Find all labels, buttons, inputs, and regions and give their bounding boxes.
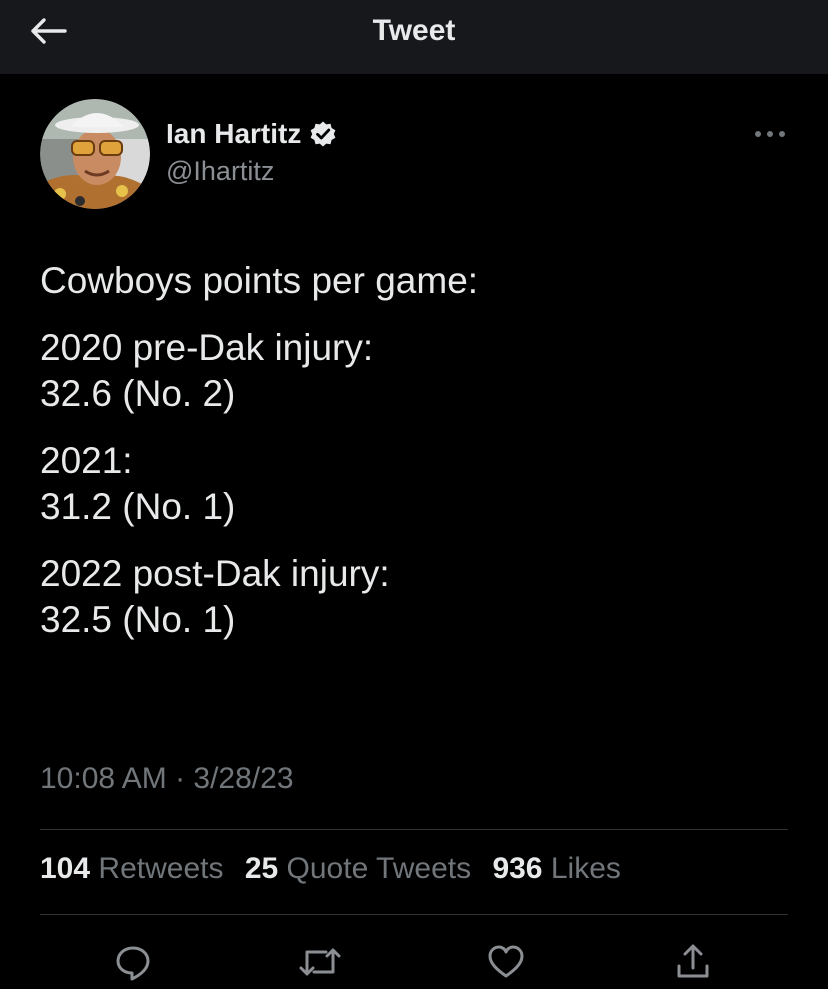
tweet-timestamp[interactable]: 10:08 AM · 3/28/23 xyxy=(40,762,294,796)
tweet-line: 2021: xyxy=(40,440,133,481)
tweet-line: 32.6 (No. 2) xyxy=(40,373,236,414)
tweet-line: Cowboys points per game: xyxy=(40,260,479,301)
likes-stat[interactable]: 936 Likes xyxy=(492,852,620,885)
engagement-stats: 104 Retweets 25 Quote Tweets 936 Likes xyxy=(40,852,634,886)
reply-icon[interactable] xyxy=(111,940,155,984)
retweets-label: Retweets xyxy=(98,852,224,885)
quote-tweets-label: Quote Tweets xyxy=(286,852,472,885)
top-bar: Tweet xyxy=(0,0,828,74)
tweet-line: 2020 pre-Dak injury: xyxy=(40,327,374,368)
quote-tweets-count: 25 xyxy=(244,852,279,885)
retweets-count: 104 xyxy=(40,852,91,885)
more-horizontal-icon[interactable] xyxy=(752,122,788,146)
tweet-text: Cowboys points per game: 2020 pre-Dak in… xyxy=(40,258,780,664)
tweet-line: 2022 post-Dak injury: xyxy=(40,553,390,594)
avatar[interactable] xyxy=(40,99,150,209)
share-icon[interactable] xyxy=(671,940,715,984)
verified-badge-icon xyxy=(309,120,337,148)
author-handle[interactable]: @Ihartitz xyxy=(166,156,274,187)
quote-tweets-stat[interactable]: 25 Quote Tweets xyxy=(245,852,471,885)
tweet-paragraph: Cowboys points per game: xyxy=(40,258,780,304)
retweet-icon[interactable] xyxy=(298,940,342,984)
heart-icon[interactable] xyxy=(484,940,528,984)
tweet-line: 31.2 (No. 1) xyxy=(40,486,236,527)
tweet-line: 32.5 (No. 1) xyxy=(40,599,236,640)
likes-label: Likes xyxy=(550,852,621,885)
tweet-paragraph: 2022 post-Dak injury: 32.5 (No. 1) xyxy=(40,551,780,643)
divider xyxy=(40,914,788,915)
author-name-row[interactable]: Ian Hartitz xyxy=(166,114,337,154)
likes-count: 936 xyxy=(492,852,543,885)
retweets-stat[interactable]: 104 Retweets xyxy=(40,852,223,885)
page-title: Tweet xyxy=(372,14,456,47)
author-name[interactable]: Ian Hartitz xyxy=(166,118,301,150)
divider xyxy=(40,829,788,830)
tweet-paragraph: 2020 pre-Dak injury: 32.6 (No. 2) xyxy=(40,325,780,417)
tweet-paragraph: 2021: 31.2 (No. 1) xyxy=(40,438,780,530)
